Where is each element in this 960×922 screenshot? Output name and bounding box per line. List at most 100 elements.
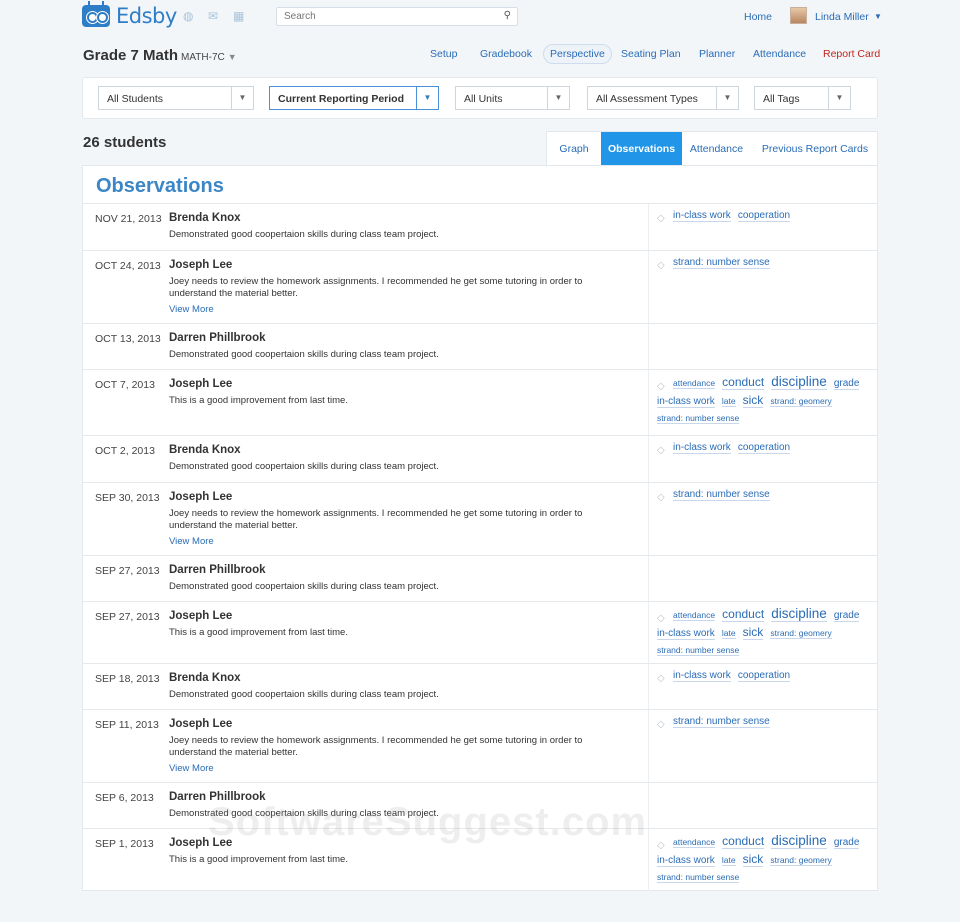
view-more-link[interactable]: View More xyxy=(169,536,214,547)
assessment-types-filter[interactable]: All Assessment Types ▼ xyxy=(587,86,739,110)
tag-link[interactable]: strand: number sense xyxy=(657,413,740,424)
student-name[interactable]: Joseph Lee xyxy=(169,259,232,271)
tag-link[interactable]: attendance xyxy=(673,837,716,848)
tag-link[interactable]: cooperation xyxy=(737,442,791,454)
student-name[interactable]: Joseph Lee xyxy=(169,610,232,622)
students-filter[interactable]: All Students ▼ xyxy=(98,86,254,110)
tag-link[interactable]: sick xyxy=(742,625,764,640)
student-name[interactable]: Brenda Knox xyxy=(169,444,241,456)
student-name[interactable]: Joseph Lee xyxy=(169,837,232,849)
tag-link[interactable]: in-class work xyxy=(673,670,731,682)
observation-row[interactable]: SEP 30, 2013 Joseph Lee Joey needs to revi… xyxy=(83,482,877,555)
nav-perspective[interactable]: Perspective xyxy=(543,44,612,64)
chevron-down-icon[interactable]: ▼ xyxy=(828,87,850,109)
tag-link[interactable]: discipline xyxy=(771,833,827,849)
observation-row[interactable]: NOV 21, 2013 Brenda Knox Demonstrated good… xyxy=(83,203,877,250)
tag-link[interactable]: late xyxy=(721,396,736,407)
tag-link[interactable]: cooperation xyxy=(737,670,791,682)
tag-link[interactable]: strand: number sense xyxy=(673,257,770,269)
view-more-link[interactable]: View More xyxy=(169,763,214,774)
units-filter[interactable]: All Units ▼ xyxy=(455,86,570,110)
tag-link[interactable]: attendance xyxy=(673,378,716,389)
chevron-down-icon[interactable]: ▼ xyxy=(231,87,253,109)
user-menu[interactable]: Linda Miller xyxy=(815,11,869,23)
tag-link[interactable]: in-class work xyxy=(673,210,731,222)
observation-row[interactable]: SEP 11, 2013 Joseph Lee Joey needs to revi… xyxy=(83,709,877,782)
tag-link[interactable]: sick xyxy=(742,393,764,408)
tag-link[interactable]: strand: number sense xyxy=(673,489,770,501)
tag-link[interactable]: conduct xyxy=(722,375,765,390)
app-name: Edsby xyxy=(116,4,177,28)
student-name[interactable]: Darren Phillbrook xyxy=(169,564,266,576)
observation-row[interactable]: SEP 1, 2013 Joseph Lee This is a good impr… xyxy=(83,828,877,890)
search-icon[interactable]: ⚲ xyxy=(504,10,511,21)
view-more-link[interactable]: View More xyxy=(169,304,214,315)
tag-link[interactable]: grade xyxy=(833,378,860,390)
nav-report-card[interactable]: Report Card xyxy=(823,48,880,60)
tag-link[interactable]: strand: geomery xyxy=(770,855,832,866)
home-link[interactable]: Home xyxy=(744,11,772,23)
mail-icon[interactable]: ✉ xyxy=(208,10,221,22)
observation-row[interactable]: OCT 24, 2013 Joseph Lee Joey needs to revi… xyxy=(83,250,877,323)
avatar[interactable] xyxy=(790,7,807,24)
period-filter-value: Current Reporting Period xyxy=(278,93,405,105)
observation-row[interactable]: OCT 2, 2013 Brenda Knox Demonstrated good … xyxy=(83,435,877,482)
tab-attendance[interactable]: Attendance xyxy=(682,132,751,166)
tag-link[interactable]: strand: geomery xyxy=(770,396,832,407)
nav-seating-plan[interactable]: Seating Plan xyxy=(621,48,681,60)
tag-link[interactable]: discipline xyxy=(771,606,827,622)
nav-gradebook[interactable]: Gradebook xyxy=(480,48,532,60)
observation-row[interactable]: OCT 13, 2013 Darren Phillbrook Demonstrate… xyxy=(83,323,877,369)
tag-link[interactable]: cooperation xyxy=(737,210,791,222)
tag-link[interactable]: strand: number sense xyxy=(657,645,740,656)
tag-link[interactable]: conduct xyxy=(722,607,765,622)
observation-date: SEP 27, 2013 xyxy=(95,611,160,623)
tag-link[interactable]: strand: geomery xyxy=(770,628,832,639)
observation-note: Demonstrated good coopertaion skills dur… xyxy=(169,229,439,240)
calendar-icon[interactable]: ▦ xyxy=(233,10,246,22)
tag-link[interactable]: grade xyxy=(833,837,860,849)
globe-icon[interactable]: ◍ xyxy=(183,10,196,22)
tag-link[interactable]: in-class work xyxy=(657,396,715,408)
tab-previous-report-cards[interactable]: Previous Report Cards xyxy=(751,132,879,166)
student-name[interactable]: Joseph Lee xyxy=(169,718,232,730)
chevron-down-icon[interactable]: ▼ xyxy=(874,12,882,21)
tag-link[interactable]: discipline xyxy=(771,374,827,390)
student-name[interactable]: Brenda Knox xyxy=(169,672,241,684)
chevron-down-icon[interactable]: ▼ xyxy=(716,87,738,109)
tag-link[interactable]: strand: number sense xyxy=(657,872,740,883)
edsby-logo[interactable]: Edsby xyxy=(82,1,177,28)
student-name[interactable]: Joseph Lee xyxy=(169,491,232,503)
nav-setup[interactable]: Setup xyxy=(430,48,457,60)
tag-link[interactable]: conduct xyxy=(722,834,765,849)
observation-tags: ◇ attendance conduct discipline grade in-… xyxy=(657,832,872,886)
tag-link[interactable]: grade xyxy=(833,610,860,622)
student-name[interactable]: Joseph Lee xyxy=(169,378,232,390)
tags-filter[interactable]: All Tags ▼ xyxy=(754,86,851,110)
student-name[interactable]: Brenda Knox xyxy=(169,212,241,224)
chevron-down-icon[interactable]: ▼ xyxy=(547,87,569,109)
observation-row[interactable]: OCT 7, 2013 Joseph Lee This is a good impr… xyxy=(83,369,877,435)
tag-link[interactable]: in-class work xyxy=(657,628,715,640)
tag-link[interactable]: sick xyxy=(742,852,764,867)
tag-link[interactable]: late xyxy=(721,855,736,866)
tab-observations[interactable]: Observations xyxy=(601,132,682,166)
observation-row[interactable]: SEP 27, 2013 Joseph Lee This is a good imp… xyxy=(83,601,877,663)
search-input[interactable] xyxy=(284,11,484,22)
tag-link[interactable]: strand: number sense xyxy=(673,716,770,728)
period-filter[interactable]: Current Reporting Period ▼ xyxy=(269,86,439,110)
tag-link[interactable]: in-class work xyxy=(657,855,715,867)
tab-graph[interactable]: Graph xyxy=(547,132,601,166)
tag-link[interactable]: attendance xyxy=(673,610,716,621)
observation-row[interactable]: SEP 6, 2013 Darren Phillbrook Demonstrated… xyxy=(83,782,877,828)
student-name[interactable]: Darren Phillbrook xyxy=(169,332,266,344)
observation-row[interactable]: SEP 27, 2013 Darren Phillbrook Demonstrate… xyxy=(83,555,877,601)
tag-link[interactable]: late xyxy=(721,628,736,639)
student-name[interactable]: Darren Phillbrook xyxy=(169,791,266,803)
tag-link[interactable]: in-class work xyxy=(673,442,731,454)
observation-note: This is a good improvement from last tim… xyxy=(169,627,348,638)
chevron-down-icon[interactable]: ▼ xyxy=(416,87,438,109)
observation-row[interactable]: SEP 18, 2013 Brenda Knox Demonstrated good… xyxy=(83,663,877,709)
nav-attendance[interactable]: Attendance xyxy=(753,48,806,60)
nav-planner[interactable]: Planner xyxy=(699,48,735,60)
